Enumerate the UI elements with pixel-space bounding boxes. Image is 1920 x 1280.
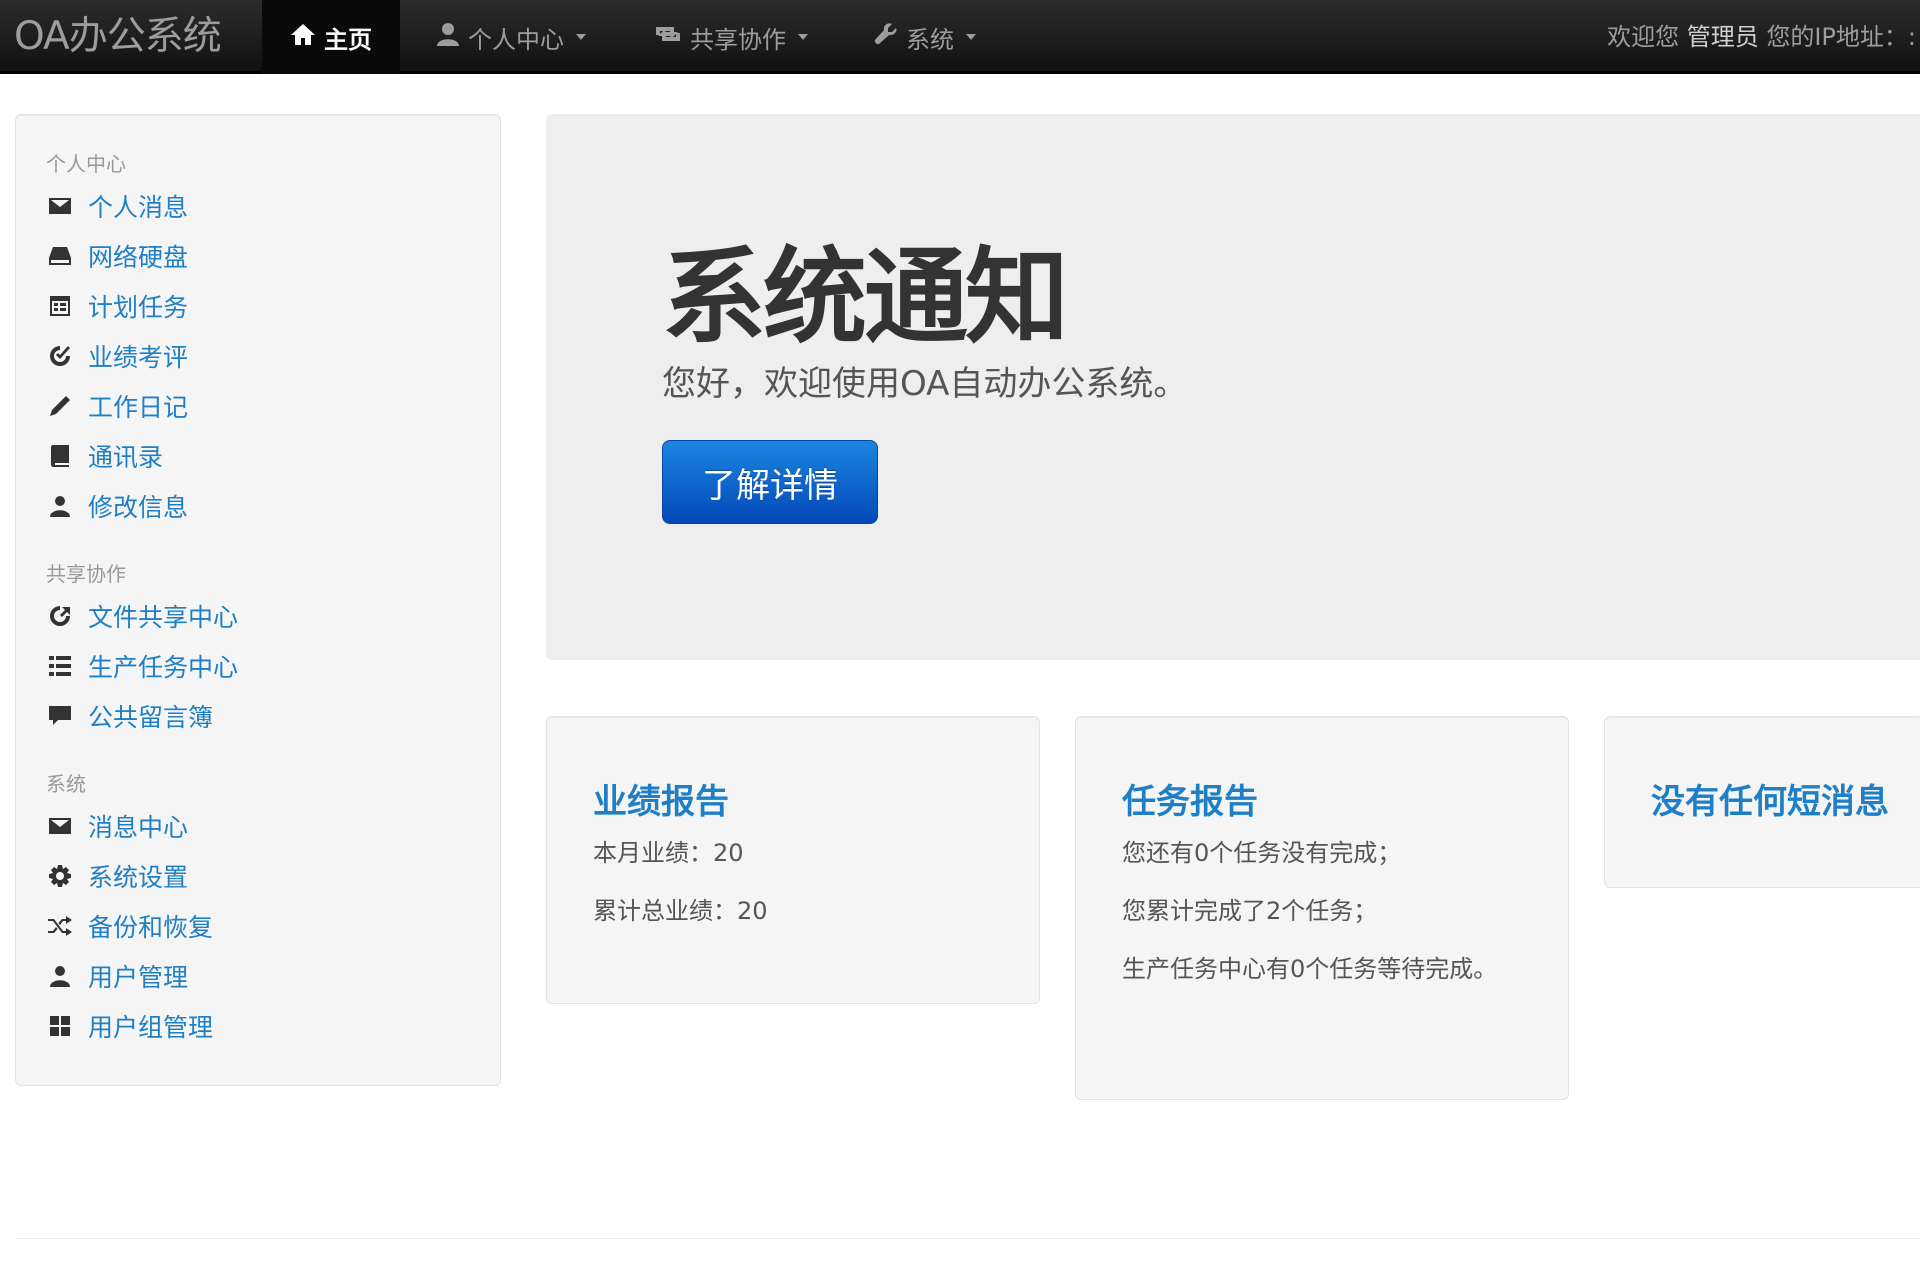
sidebar-item-label: 计划任务: [88, 293, 189, 322]
hero-subtitle: 您好，欢迎使用OA自动办公系统。: [662, 364, 1188, 404]
sidebar-item-label: 工作日记: [88, 393, 189, 422]
user-icon: [46, 492, 74, 520]
envelope-icon: [46, 812, 74, 840]
completed-tasks: 您累计完成了2个任务；: [1122, 897, 1378, 925]
retweet-icon: [654, 23, 682, 51]
pencil-icon: [46, 392, 74, 420]
brand-logo[interactable]: OA办公系统: [14, 0, 222, 74]
chevron-down-icon: [966, 34, 976, 40]
sidebar-item-edit-profile[interactable]: 修改信息: [46, 481, 500, 531]
monthly-performance: 本月业绩：20: [593, 839, 744, 867]
sidebar-item-label: 通讯录: [88, 443, 164, 472]
sidebar: 个人中心 个人消息 网络硬盘 计划任务 业绩考评 工作日记 通讯录 修改信息 共…: [15, 114, 501, 1086]
sidebar-item-work-diary[interactable]: 工作日记: [46, 381, 500, 431]
sidebar-item-label: 公共留言簿: [88, 703, 214, 732]
sidebar-item-label: 备份和恢复: [88, 913, 214, 942]
wrench-icon: [874, 22, 898, 52]
sidebar-item-label: 用户组管理: [88, 1013, 214, 1042]
share-icon: [46, 602, 74, 630]
short-messages-card: 没有任何短消息: [1604, 716, 1920, 888]
home-icon: [290, 22, 316, 52]
sidebar-item-label: 网络硬盘: [88, 243, 189, 272]
sidebar-item-label: 消息中心: [88, 813, 189, 842]
username[interactable]: 管理员: [1687, 23, 1759, 51]
sidebar-item-label: 修改信息: [88, 493, 189, 522]
sidebar-header-system: 系统: [46, 772, 86, 796]
hero-title: 系统通知: [662, 236, 1069, 358]
nav-home[interactable]: 主页: [262, 0, 400, 74]
production-pending-tasks: 生产任务中心有0个任务等待完成。: [1122, 955, 1498, 983]
sidebar-item-plan-tasks[interactable]: 计划任务: [46, 281, 500, 331]
welcome-text: 欢迎您: [1607, 23, 1680, 51]
th-large-icon: [46, 1012, 74, 1040]
footer-divider: [15, 1238, 1920, 1239]
nav-system[interactable]: 系统: [874, 0, 976, 74]
no-messages-title[interactable]: 没有任何短消息: [1651, 777, 1889, 827]
total-performance: 累计总业绩：20: [593, 897, 768, 925]
user-info: 欢迎您 管理员 您的IP地址：:: [1607, 0, 1920, 74]
sidebar-item-user-management[interactable]: 用户管理: [46, 951, 500, 1001]
unfinished-tasks: 您还有0个任务没有完成；: [1122, 839, 1402, 867]
sidebar-item-file-share[interactable]: 文件共享中心: [46, 591, 500, 641]
sidebar-item-network-disk[interactable]: 网络硬盘: [46, 231, 500, 281]
ip-label: 您的IP地址：:: [1766, 23, 1916, 51]
sidebar-item-production-tasks[interactable]: 生产任务中心: [46, 641, 500, 691]
user-icon: [436, 22, 460, 52]
performance-report-card: 业绩报告 本月业绩：20 累计总业绩：20: [546, 716, 1040, 1004]
cog-icon: [46, 862, 74, 890]
sidebar-item-user-group-management[interactable]: 用户组管理: [46, 1001, 500, 1051]
user-icon: [46, 962, 74, 990]
hdd-icon: [46, 242, 74, 270]
sidebar-item-performance[interactable]: 业绩考评: [46, 331, 500, 381]
nav-personal-center-label: 个人中心: [468, 25, 564, 54]
sidebar-header-personal: 个人中心: [46, 152, 126, 176]
task-report-card: 任务报告 您还有0个任务没有完成； 您累计完成了2个任务； 生产任务中心有0个任…: [1075, 716, 1569, 1100]
sidebar-item-personal-messages[interactable]: 个人消息: [46, 181, 500, 231]
list-icon: [46, 652, 74, 680]
book-icon: [46, 442, 74, 470]
check-icon: [46, 342, 74, 370]
sidebar-item-label: 系统设置: [88, 863, 189, 892]
hero-notice: 系统通知 您好，欢迎使用OA自动办公系统。 了解详情: [546, 114, 1920, 660]
sidebar-item-label: 个人消息: [88, 193, 189, 222]
comment-icon: [46, 702, 74, 730]
sidebar-header-collaboration: 共享协作: [46, 562, 126, 586]
nav-collaboration-label: 共享协作: [690, 25, 786, 54]
top-navbar: OA办公系统 主页 个人中心 共享协作 系统 欢迎您 管理员 您的IP地址：:: [0, 0, 1920, 74]
calendar-icon: [46, 292, 74, 320]
random-icon: [46, 912, 74, 940]
nav-personal-center[interactable]: 个人中心: [436, 0, 586, 74]
sidebar-item-label: 生产任务中心: [88, 653, 239, 682]
sidebar-item-label: 业绩考评: [88, 343, 189, 372]
task-report-title[interactable]: 任务报告: [1122, 777, 1528, 827]
sidebar-item-label: 文件共享中心: [88, 603, 239, 632]
sidebar-item-label: 用户管理: [88, 963, 189, 992]
envelope-icon: [46, 192, 74, 220]
nav-collaboration[interactable]: 共享协作: [654, 0, 808, 74]
sidebar-item-system-settings[interactable]: 系统设置: [46, 851, 500, 901]
nav-home-label: 主页: [324, 25, 372, 54]
nav-system-label: 系统: [906, 25, 954, 54]
sidebar-item-address-book[interactable]: 通讯录: [46, 431, 500, 481]
learn-more-button[interactable]: 了解详情: [662, 440, 878, 524]
chevron-down-icon: [576, 34, 586, 40]
sidebar-item-guestbook[interactable]: 公共留言簿: [46, 691, 500, 741]
sidebar-item-message-center[interactable]: 消息中心: [46, 801, 500, 851]
sidebar-item-backup-restore[interactable]: 备份和恢复: [46, 901, 500, 951]
chevron-down-icon: [798, 34, 808, 40]
performance-report-title[interactable]: 业绩报告: [593, 777, 999, 827]
